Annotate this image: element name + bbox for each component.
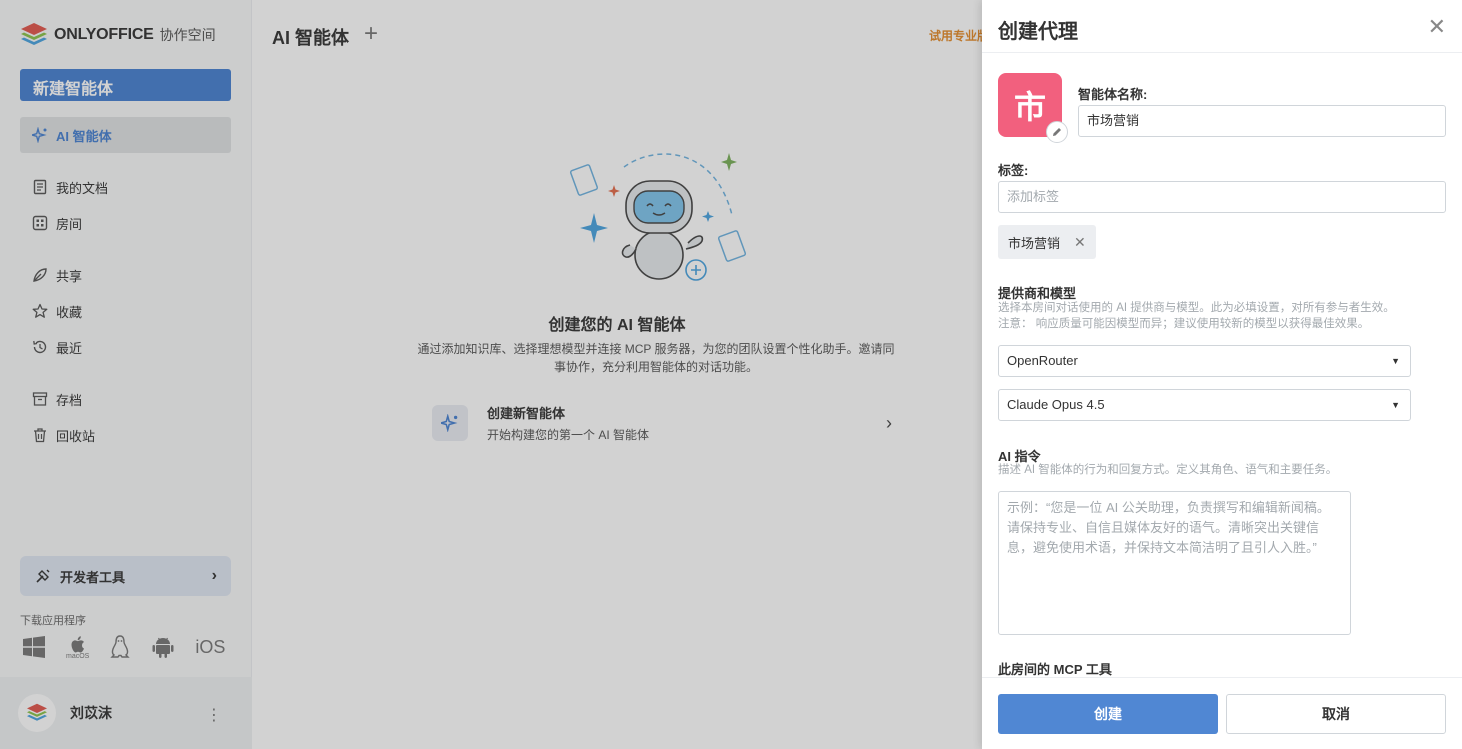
create-agent-title: 创建新智能体 <box>487 406 566 421</box>
create-agent-subtitle: 开始构建您的第一个 AI 智能体 <box>487 428 650 442</box>
developer-tools-button[interactable]: 开发者工具 › <box>20 556 231 596</box>
create-agent-card[interactable]: 创建新智能体 开始构建您的第一个 AI 智能体 › <box>432 400 892 446</box>
sidebar-item-label: 房间 <box>56 216 83 232</box>
panel-footer: 创建 取消 <box>982 677 1462 749</box>
linux-icon[interactable] <box>109 634 131 660</box>
avatar[interactable] <box>18 694 56 732</box>
new-agent-button[interactable]: 新建智能体 <box>20 69 231 101</box>
logo[interactable]: ONLYOFFICE 协作空间 <box>20 22 216 48</box>
sidebar-item-archive[interactable]: 存档 <box>20 381 231 417</box>
mcp-tools-title: 此房间的 MCP 工具 <box>998 662 1112 677</box>
panel-title: 创建代理 <box>998 21 1078 43</box>
apple-logo-icon <box>71 635 84 652</box>
provider-select[interactable]: OpenRouter ▼ <box>998 345 1411 377</box>
sidebar-item-label: 最近 <box>56 340 83 356</box>
tag-chip-label: 市场营销 <box>1008 235 1061 251</box>
instructions-textarea[interactable]: 示例：“您是一位 AI 公关助理，负责撰写和编辑新闻稿。请保持专业、自信且媒体友… <box>998 491 1351 635</box>
chevron-right-icon: › <box>211 567 217 584</box>
agent-name-label: 智能体名称: <box>1078 87 1148 102</box>
document-icon <box>33 179 47 195</box>
logo-text: ONLYOFFICE <box>54 26 154 43</box>
empty-state-title: 创建您的 AI 智能体 <box>548 317 686 334</box>
empty-state-description: 通过添加知识库、选择理想模型并连接 MCP 服务器，为您的团队设置个性化助手。邀… <box>417 342 895 374</box>
download-apps-label: 下载应用程序 <box>20 615 86 627</box>
more-options-icon[interactable]: ⋮ <box>206 705 222 725</box>
sidebar-item-label: 收藏 <box>56 304 83 320</box>
model-select-value: Claude Opus 4.5 <box>1007 397 1105 412</box>
onlyoffice-avatar-logo-icon <box>27 703 47 721</box>
tags-input[interactable]: 添加标签 <box>998 181 1446 213</box>
instructions-hint: 描述 AI 智能体的行为和回复方式。定义其角色、语气和主要任务。 <box>998 464 1338 476</box>
os-download-links: macOS iOS <box>22 634 225 660</box>
tag-chip: 市场营销 ✕ <box>998 225 1096 259</box>
history-icon <box>33 340 47 354</box>
share-icon <box>33 268 47 282</box>
android-icon[interactable] <box>151 635 175 659</box>
sidebar-item-ai-agents[interactable]: AI 智能体 <box>20 117 231 153</box>
create-button[interactable]: 创建 <box>998 694 1218 734</box>
developer-tools-label: 开发者工具 <box>60 569 126 585</box>
user-name: 刘苡沫 <box>70 705 112 721</box>
onlyoffice-logo-icon <box>21 23 47 45</box>
windows-icon[interactable] <box>22 635 46 659</box>
add-icon[interactable]: + <box>364 20 378 48</box>
tags-label: 标签: <box>998 163 1029 178</box>
developer-tools-icon <box>36 569 50 583</box>
sidebar-item-label: AI 智能体 <box>56 128 112 144</box>
try-pro-link[interactable]: 试用专业版 <box>929 27 989 44</box>
sidebar-item-recent[interactable]: 最近 <box>20 329 231 365</box>
main-content: AI 智能体 + 试用专业版 创建您的 AI 智能体 通过添加知识库、选择理想模… <box>252 0 989 749</box>
archive-icon <box>32 392 48 406</box>
sidebar-item-shared[interactable]: 共享 <box>20 257 231 293</box>
panel-header: 创建代理 ✕ <box>982 0 1462 53</box>
rooms-icon <box>32 215 48 231</box>
logo-subtitle: 协作空间 <box>159 27 216 43</box>
dropdown-arrow-icon: ▼ <box>1391 400 1400 410</box>
edit-pencil-icon[interactable] <box>1046 121 1068 143</box>
sidebar-item-label: 回收站 <box>56 428 96 444</box>
create-agent-text: 创建新智能体 开始构建您的第一个 AI 智能体 <box>487 403 649 443</box>
sidebar-item-label: 存档 <box>56 392 83 408</box>
user-profile-bar[interactable]: 刘苡沫 ⋮ <box>0 677 252 749</box>
sidebar-item-label: 共享 <box>56 268 83 284</box>
ios-icon[interactable]: iOS <box>195 637 225 658</box>
cancel-button[interactable]: 取消 <box>1226 694 1446 734</box>
sidebar-item-favorites[interactable]: 收藏 <box>20 293 231 329</box>
provider-hint: 选择本房间对话使用的 AI 提供商与模型。此为必填设置，对所有参与者生效。 <box>998 302 1395 314</box>
ai-sparkle-icon <box>32 127 47 143</box>
ai-robot-illustration <box>569 153 747 281</box>
chevron-right-icon: › <box>886 413 892 433</box>
dropdown-arrow-icon: ▼ <box>1391 356 1400 366</box>
trash-icon <box>34 428 46 443</box>
star-icon <box>32 303 48 318</box>
sidebar-item-label: 我的文档 <box>56 180 109 196</box>
create-agent-icon <box>432 405 468 441</box>
sidebar-item-trash[interactable]: 回收站 <box>20 417 231 453</box>
sidebar-item-rooms[interactable]: 房间 <box>20 205 231 241</box>
sidebar-item-my-documents[interactable]: 我的文档 <box>20 169 231 205</box>
provider-select-value: OpenRouter <box>1007 353 1078 368</box>
sidebar: ONLYOFFICE 协作空间 新建智能体 AI 智能体 我的文档 房间 共享 … <box>0 0 252 749</box>
macos-icon[interactable]: macOS <box>66 635 89 660</box>
agent-name-input[interactable]: 市场营销 <box>1078 105 1446 137</box>
provider-note: 注意： 响应质量可能因模型而异；建议使用较新的模型以获得最佳效果。 <box>998 318 1370 330</box>
model-select[interactable]: Claude Opus 4.5 ▼ <box>998 389 1411 421</box>
remove-tag-icon[interactable]: ✕ <box>1074 234 1086 251</box>
macos-label: macOS <box>66 652 90 660</box>
close-icon[interactable]: ✕ <box>1428 14 1446 40</box>
page-title: AI 智能体 <box>272 28 350 48</box>
create-agent-panel: 创建代理 ✕ 市 智能体名称: 市场营销 标签: 添加标签 市场营销 ✕ 提供商… <box>982 0 1462 749</box>
